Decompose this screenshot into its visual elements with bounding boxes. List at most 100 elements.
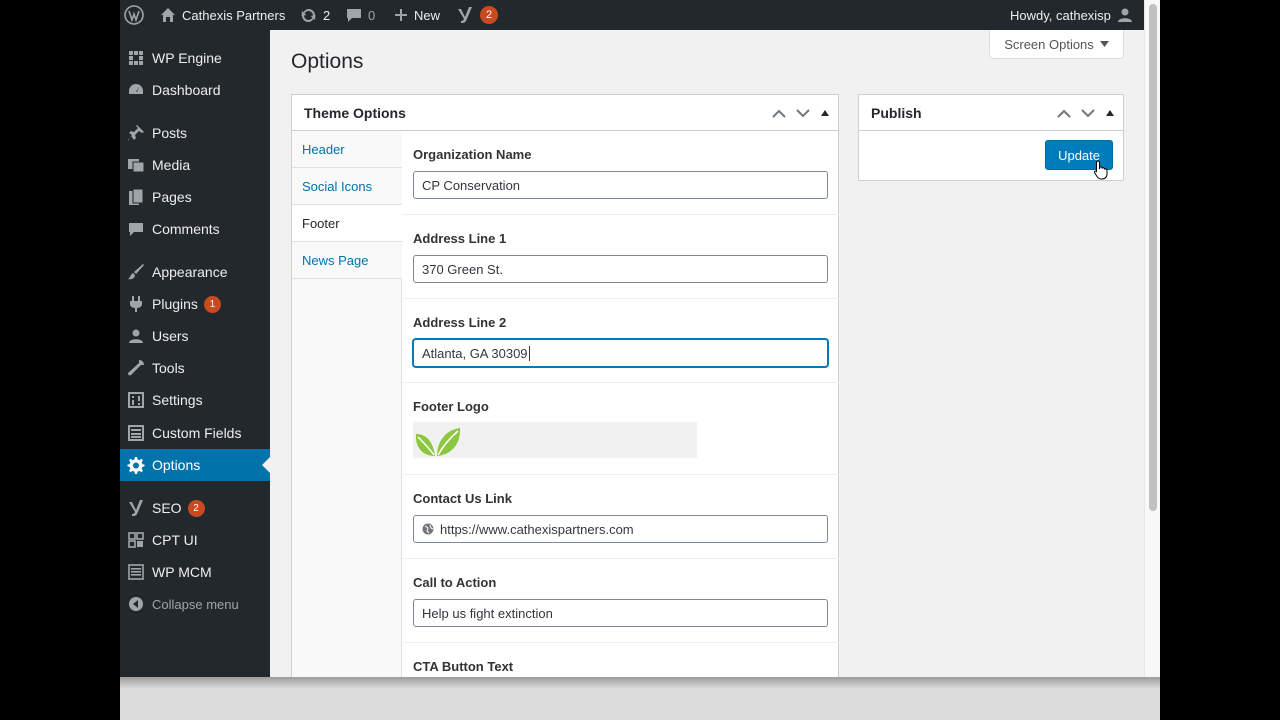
user-icon bbox=[120, 328, 152, 344]
site-name: Cathexis Partners bbox=[182, 7, 286, 23]
plugins-update-badge: 1 bbox=[203, 295, 221, 313]
cta-button-text-field: CTA Button Text bbox=[403, 643, 839, 677]
sidebar-item-label: SEO bbox=[152, 500, 182, 516]
screen-options-button[interactable]: Screen Options bbox=[989, 30, 1124, 59]
sidebar-item-label: Pages bbox=[152, 189, 192, 205]
sidebar-item-label: Collapse menu bbox=[152, 596, 239, 612]
collapse-icon bbox=[120, 596, 152, 612]
toggle-panel-icon[interactable] bbox=[820, 109, 830, 117]
page-title: Options bbox=[291, 50, 364, 73]
footer-logo-label: Footer Logo bbox=[413, 399, 489, 414]
tab-header[interactable]: Header bbox=[292, 131, 402, 168]
organization-name-input[interactable]: CP Conservation bbox=[413, 171, 828, 199]
sidebar-item-label: Settings bbox=[152, 392, 203, 408]
wrench-icon bbox=[120, 359, 152, 377]
comment-icon bbox=[347, 9, 361, 22]
list-icon bbox=[120, 564, 152, 580]
sidebar-item-plugins[interactable]: Plugins 1 bbox=[120, 288, 270, 320]
pages-icon bbox=[120, 188, 152, 206]
caret-down-icon bbox=[1099, 41, 1109, 47]
organization-name-field: Organization Name CP Conservation bbox=[403, 131, 839, 215]
address-line-1-label: Address Line 1 bbox=[413, 231, 507, 246]
address-line-2-field: Address Line 2 Atlanta, GA 30309 bbox=[403, 299, 839, 383]
sidebar-item-custom-fields[interactable]: Custom Fields bbox=[120, 417, 270, 449]
sidebar-item-label: Dashboard bbox=[152, 82, 221, 98]
yoast-seo-link[interactable]: 2 bbox=[456, 0, 498, 30]
contact-us-link-label: Contact Us Link bbox=[413, 491, 512, 506]
tab-social-icons[interactable]: Social Icons bbox=[292, 168, 402, 205]
sidebar-item-label: CPT UI bbox=[152, 532, 198, 548]
sidebar-item-label: Comments bbox=[152, 221, 220, 237]
sidebar-item-label: Plugins bbox=[152, 296, 198, 312]
sidebar-item-label: Appearance bbox=[152, 264, 228, 280]
avatar-icon bbox=[1117, 8, 1132, 22]
page-scrollbar[interactable] bbox=[1144, 0, 1160, 677]
sidebar-item-label: Users bbox=[152, 328, 189, 344]
sidebar-item-cpt-ui[interactable]: CPT UI bbox=[120, 524, 270, 556]
tab-footer[interactable]: Footer bbox=[292, 205, 403, 242]
sidebar-item-posts[interactable]: Posts bbox=[120, 117, 270, 149]
plugin-icon bbox=[120, 295, 152, 313]
cta-button-text-label: CTA Button Text bbox=[413, 659, 514, 674]
publish-title: Publish bbox=[871, 104, 922, 121]
address-line-2-input[interactable]: Atlanta, GA 30309 bbox=[413, 339, 828, 367]
sidebar-item-appearance[interactable]: Appearance bbox=[120, 256, 270, 288]
sidebar-item-options[interactable]: Options bbox=[120, 449, 270, 481]
publish-header: Publish bbox=[859, 95, 1123, 131]
address-line-1-input[interactable]: 370 Green St. bbox=[413, 255, 828, 283]
chevron-down-icon[interactable] bbox=[1081, 108, 1095, 118]
collapse-menu-button[interactable]: Collapse menu bbox=[120, 588, 270, 620]
call-to-action-label: Call to Action bbox=[413, 575, 497, 590]
yoast-icon bbox=[458, 7, 472, 23]
settings-icon bbox=[120, 392, 152, 408]
updates-count: 2 bbox=[323, 7, 331, 23]
sidebar-item-comments[interactable]: Comments bbox=[120, 213, 270, 245]
browser-viewport: Cathexis Partners 2 0 New 2 Howdy, cathe… bbox=[120, 0, 1160, 677]
sidebar-item-wp-mcm[interactable]: WP MCM bbox=[120, 556, 270, 588]
footer-logo-image[interactable] bbox=[413, 422, 697, 458]
window-shadow bbox=[120, 677, 1160, 689]
media-icon bbox=[120, 156, 152, 174]
sidebar-item-tools[interactable]: Tools bbox=[120, 352, 270, 384]
brush-icon bbox=[120, 263, 152, 281]
contact-us-link-input[interactable]: https://www.cathexispartners.com bbox=[413, 515, 828, 543]
chevron-up-icon[interactable] bbox=[772, 109, 786, 118]
theme-options-title: Theme Options bbox=[304, 104, 406, 121]
theme-options-header: Theme Options bbox=[292, 95, 838, 131]
sidebar-item-seo[interactable]: SEO 2 bbox=[120, 492, 270, 524]
sidebar-item-wp-engine[interactable]: WP Engine bbox=[120, 42, 270, 74]
sidebar-item-dashboard[interactable]: Dashboard bbox=[120, 74, 270, 106]
refresh-icon bbox=[301, 8, 316, 22]
dashboard-icon bbox=[120, 81, 152, 99]
organization-name-label: Organization Name bbox=[413, 147, 532, 162]
chevron-up-icon[interactable] bbox=[1057, 109, 1071, 118]
scrollbar-thumb[interactable] bbox=[1149, 4, 1157, 511]
sidebar-item-users[interactable]: Users bbox=[120, 320, 270, 352]
chevron-down-icon[interactable] bbox=[796, 108, 810, 118]
sidebar-item-pages[interactable]: Pages bbox=[120, 181, 270, 213]
wordpress-logo-button[interactable] bbox=[124, 0, 144, 30]
publish-box: Publish Update bbox=[858, 94, 1124, 181]
call-to-action-input[interactable]: Help us fight extinction bbox=[413, 599, 828, 627]
yoast-icon bbox=[120, 499, 152, 517]
updates-link[interactable]: 2 bbox=[300, 0, 330, 30]
address-line-1-field: Address Line 1 370 Green St. bbox=[403, 215, 839, 299]
toggle-panel-icon[interactable] bbox=[1105, 109, 1115, 117]
my-account-link[interactable]: Howdy, cathexisp bbox=[1010, 0, 1133, 30]
yoast-notification-badge: 2 bbox=[480, 6, 498, 24]
seo-notification-badge: 2 bbox=[187, 499, 205, 517]
comments-link[interactable]: 0 bbox=[346, 0, 375, 30]
leaf-logo-icon bbox=[415, 428, 461, 456]
options-tabs: Header Social Icons Footer News Page bbox=[292, 131, 403, 677]
site-name-link[interactable]: Cathexis Partners bbox=[160, 0, 285, 30]
new-content-link[interactable]: New bbox=[394, 0, 440, 30]
sidebar-item-settings[interactable]: Settings bbox=[120, 384, 270, 416]
sidebar-item-label: Tools bbox=[152, 360, 185, 376]
admin-bar: Cathexis Partners 2 0 New 2 Howdy, cathe… bbox=[120, 0, 1160, 30]
home-icon bbox=[161, 8, 175, 22]
sidebar-item-label: Options bbox=[152, 457, 201, 473]
call-to-action-field: Call to Action Help us fight extinction bbox=[403, 559, 839, 643]
address-line-2-label: Address Line 2 bbox=[413, 315, 507, 330]
tab-news-page[interactable]: News Page bbox=[292, 242, 402, 279]
sidebar-item-media[interactable]: Media bbox=[120, 149, 270, 181]
